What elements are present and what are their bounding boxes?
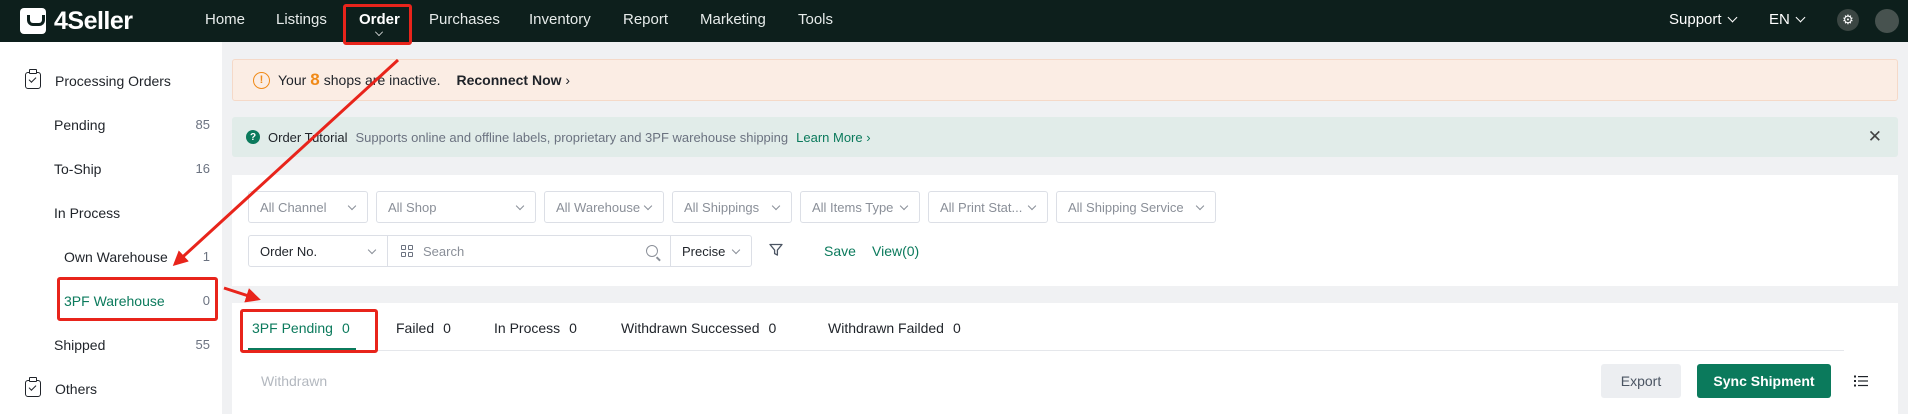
arrow-to-3pf-warehouse: [172, 58, 400, 267]
arrow-to-3pf-pending: [223, 286, 261, 303]
annotation-arrows: [172, 58, 400, 303]
